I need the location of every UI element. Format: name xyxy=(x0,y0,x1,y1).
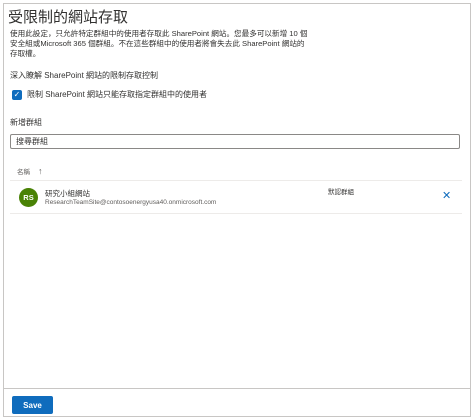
learn-more-link[interactable]: 深入瞭解 SharePoint 網站的限制存取控制 xyxy=(10,70,158,81)
name-column-header[interactable]: 名稱 ↑ xyxy=(17,166,43,176)
restrict-access-checkbox-label: 限制 SharePoint 網站只能存取指定群組中的使用者 xyxy=(27,90,208,99)
group-type: 默認群組 xyxy=(328,189,354,196)
search-groups-input[interactable] xyxy=(10,134,460,149)
panel-description: 使用此設定，只允許特定群組中的使用者存取此 SharePoint 網站。您最多可… xyxy=(10,29,308,58)
save-button[interactable]: Save xyxy=(12,396,53,414)
avatar: RS xyxy=(19,188,38,207)
footer-divider xyxy=(3,388,471,389)
group-email: ResearchTeamSite@contosoenergyusa40.onmi… xyxy=(45,199,217,206)
group-name: 研究小組網站 xyxy=(45,189,90,198)
checkmark-icon[interactable]: ✓ xyxy=(12,89,22,100)
restrict-access-checkbox-row[interactable]: ✓ 限制 SharePoint 網站只能存取指定群組中的使用者 xyxy=(12,89,207,100)
table-row: RS 研究小組網站 ResearchTeamSite@contosoenergy… xyxy=(10,180,462,214)
close-icon[interactable]: ✕ xyxy=(442,189,451,202)
sort-ascending-icon[interactable]: ↑ xyxy=(38,166,43,176)
panel-title: 受限制的網站存取 xyxy=(8,9,129,26)
add-group-label: 新增群組 xyxy=(10,118,42,127)
name-column-label: 名稱 xyxy=(17,169,30,176)
